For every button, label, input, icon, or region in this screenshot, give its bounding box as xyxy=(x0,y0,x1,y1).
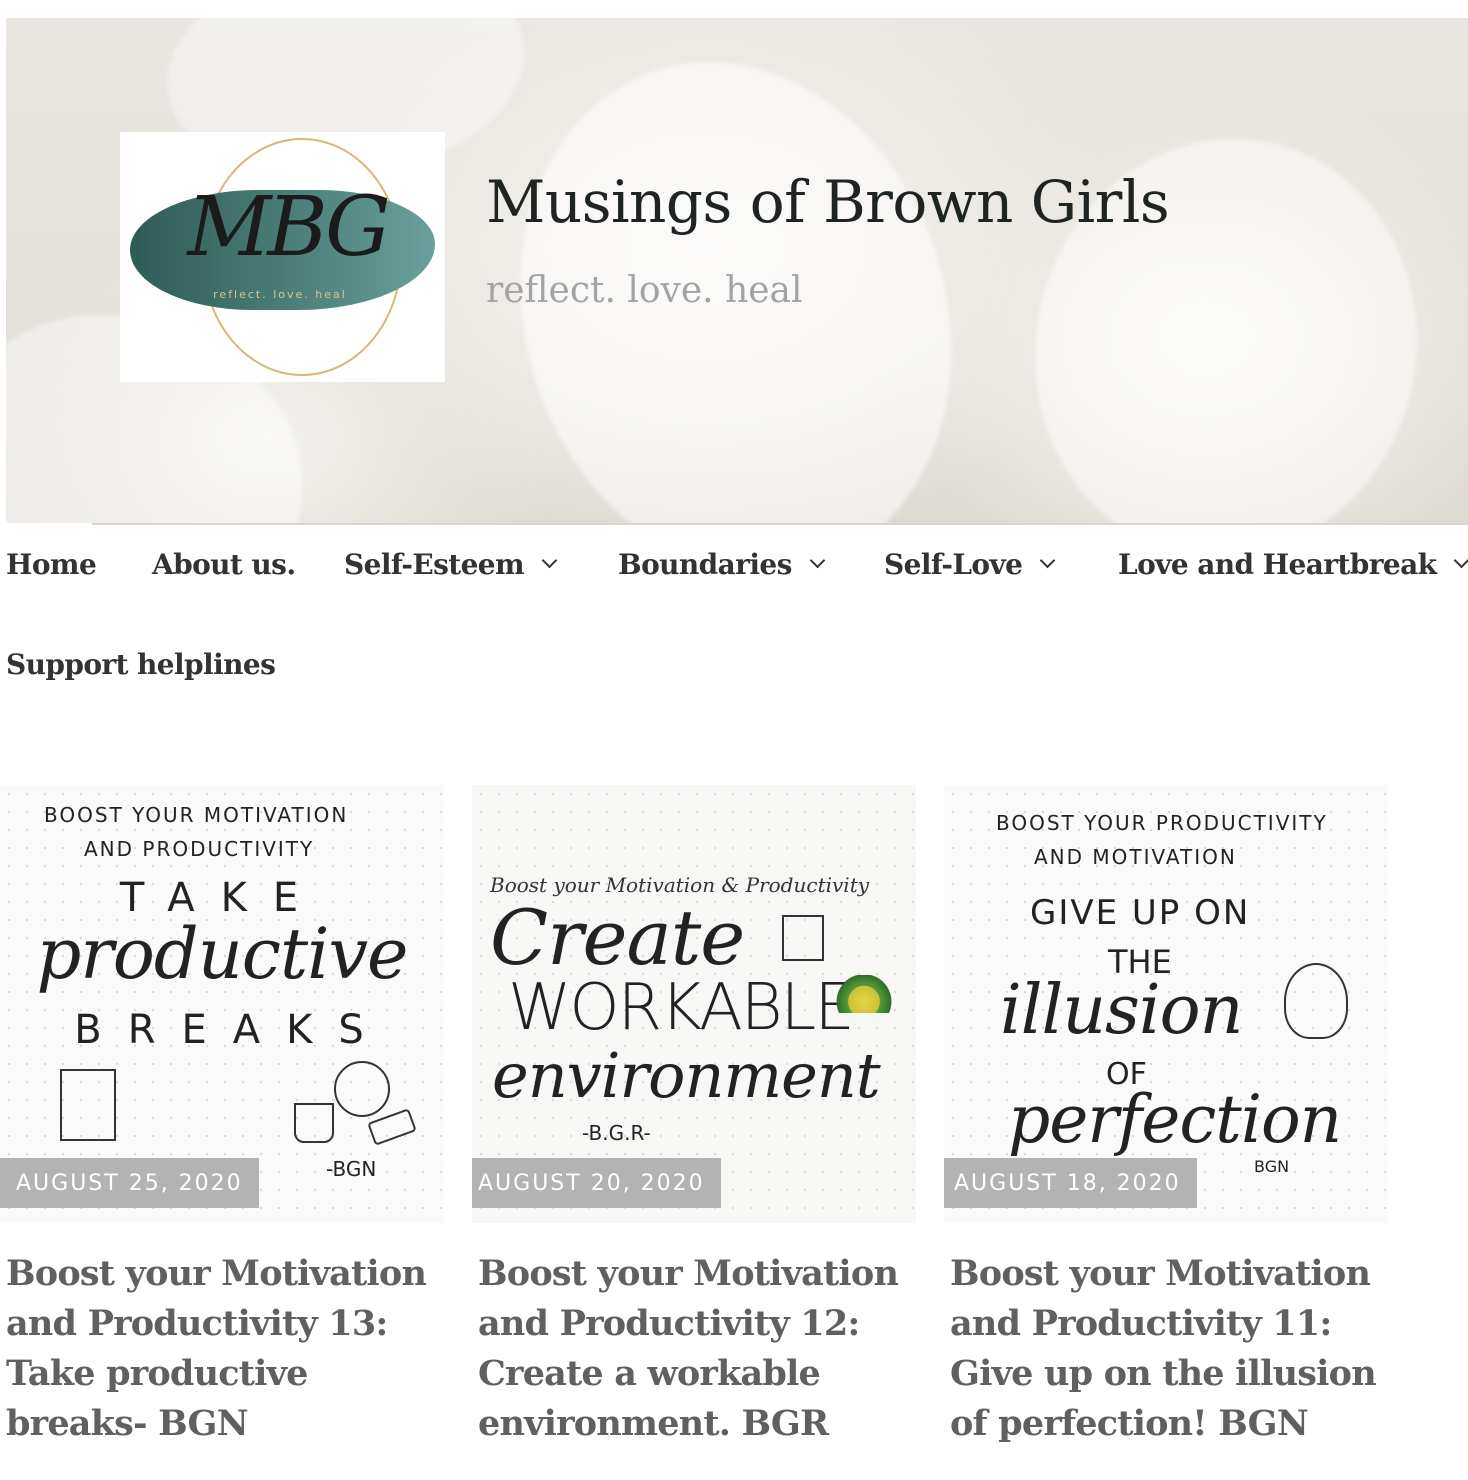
thumbnail-text: BOOST YOUR MOTIVATION xyxy=(44,803,349,827)
site-title[interactable]: Musings of Brown Girls xyxy=(486,168,1170,236)
thumbnail-signature: -B.G.R- xyxy=(582,1121,651,1145)
post-date-badge[interactable]: AUGUST 18, 2020 xyxy=(944,1158,1197,1208)
thumbnail-text: productive xyxy=(36,913,408,995)
nav-item-self-esteem[interactable]: Self-Esteem xyxy=(344,548,558,581)
coffee-cup-doodle xyxy=(294,1103,334,1143)
logo-tagline: reflect. love. heal xyxy=(213,288,347,301)
chevron-down-icon[interactable] xyxy=(1040,552,1056,569)
site-header: MBG reflect. love. heal Musings of Brown… xyxy=(6,18,1468,523)
letter-a-doodle xyxy=(782,915,824,961)
post-date-badge[interactable]: AUGUST 20, 2020 xyxy=(472,1158,721,1208)
thumbnail-text: AND PRODUCTIVITY xyxy=(84,837,315,861)
thumbnail-text: AND MOTIVATION xyxy=(1034,845,1237,869)
header-background-petal xyxy=(996,103,1456,523)
nav-item-label: About us. xyxy=(152,548,296,581)
thumbnail-text: perfection xyxy=(1008,1081,1342,1158)
thumbnail-text: BOOST YOUR PRODUCTIVITY xyxy=(996,811,1328,835)
nav-item-label: Home xyxy=(6,548,97,581)
bunny-doodle xyxy=(1284,963,1348,1039)
post-date-badge[interactable]: AUGUST 25, 2020 xyxy=(0,1158,259,1208)
post-thumbnail[interactable]: BOOST YOUR MOTIVATION AND PRODUCTIVITY T… xyxy=(0,785,444,1223)
nav-item-self-love[interactable]: Self-Love xyxy=(884,548,1056,581)
nav-item-boundaries[interactable]: Boundaries xyxy=(618,548,826,581)
nav-item-home[interactable]: Home xyxy=(6,548,97,581)
post-card: Boost your Motivation & Productivity Cre… xyxy=(472,785,916,1449)
chevron-down-icon[interactable] xyxy=(809,552,826,569)
chevron-down-icon[interactable] xyxy=(541,552,558,569)
thumbnail-text: GIVE UP ON xyxy=(1030,893,1251,933)
thumbnail-text: BREAKS xyxy=(74,1007,390,1053)
hanging-plant-doodle xyxy=(836,975,892,1013)
nav-item-label: Support helplines xyxy=(6,648,276,681)
post-title[interactable]: Boost your Motivation and Productivity 1… xyxy=(944,1249,1388,1449)
post-card: BOOST YOUR PRODUCTIVITY AND MOTIVATION G… xyxy=(944,785,1388,1449)
clock-doodle xyxy=(334,1061,390,1117)
site-tagline: reflect. love. heal xyxy=(486,270,803,311)
nav-item-label: Self-Love xyxy=(884,548,1023,581)
thumbnail-text: environment xyxy=(492,1039,881,1112)
schedule-doodle xyxy=(60,1069,116,1141)
site-logo[interactable]: MBG reflect. love. heal xyxy=(120,132,445,382)
nav-item-label: Boundaries xyxy=(618,548,792,581)
post-card: BOOST YOUR MOTIVATION AND PRODUCTIVITY T… xyxy=(0,785,444,1449)
nav-item-support-helplines[interactable]: Support helplines xyxy=(6,648,276,681)
chevron-down-icon[interactable] xyxy=(1454,552,1468,569)
post-thumbnail[interactable]: Boost your Motivation & Productivity Cre… xyxy=(472,785,916,1223)
nav-item-label: Self-Esteem xyxy=(344,548,525,581)
nav-item-love-and-heartbreak[interactable]: Love and Heartbreak xyxy=(1118,548,1468,581)
nav-item-label: Love and Heartbreak xyxy=(1118,548,1437,581)
nav-item-about-us[interactable]: About us. xyxy=(152,548,296,581)
post-thumbnail[interactable]: BOOST YOUR PRODUCTIVITY AND MOTIVATION G… xyxy=(944,785,1388,1223)
post-title[interactable]: Boost your Motivation and Productivity 1… xyxy=(0,1249,444,1449)
logo-mark: MBG xyxy=(187,180,390,275)
thumbnail-text: Create xyxy=(490,893,745,982)
post-title[interactable]: Boost your Motivation and Productivity 1… xyxy=(472,1249,916,1449)
header-divider xyxy=(92,523,1468,525)
